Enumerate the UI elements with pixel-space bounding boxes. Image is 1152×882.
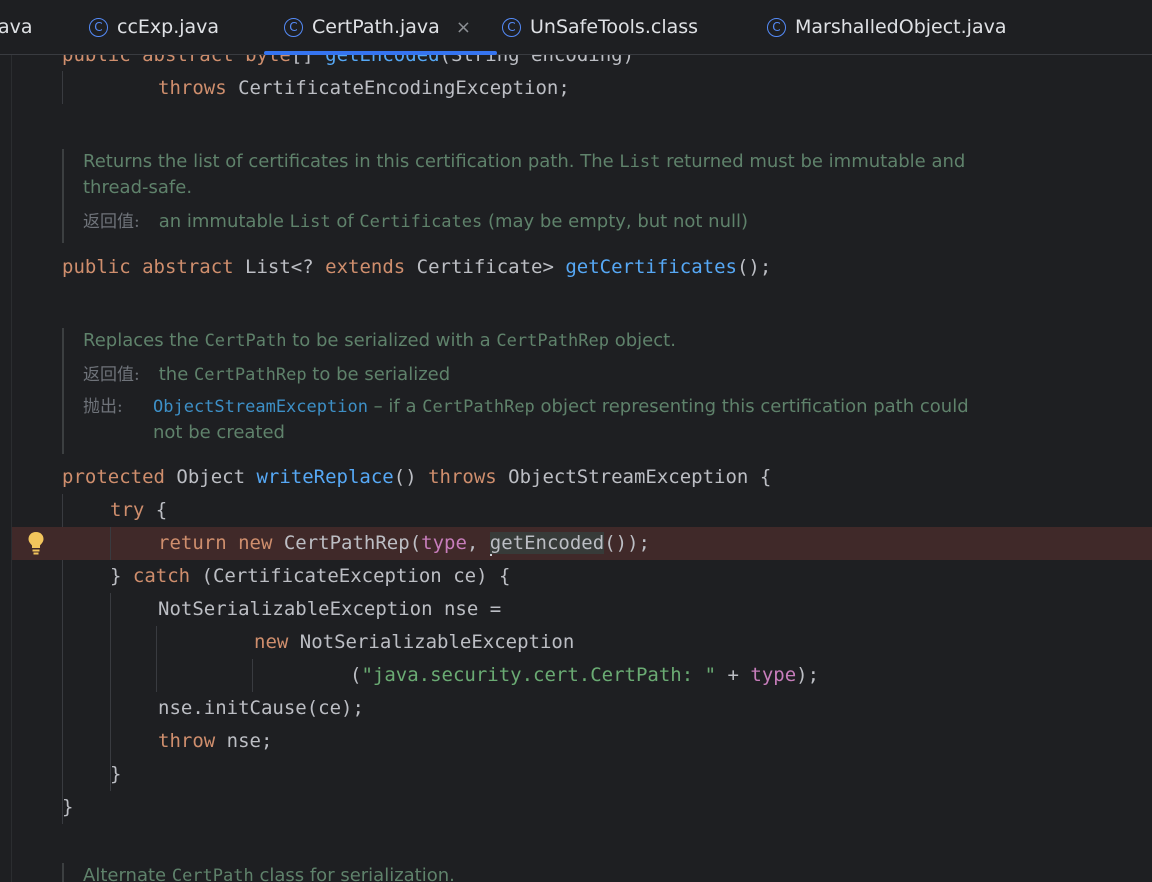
- indent-guide: [62, 71, 63, 104]
- code-line[interactable]: return new CertPathRep(type, getEncoded(…: [158, 527, 650, 560]
- code-line[interactable]: public abstract byte[] getEncoded(String…: [62, 55, 634, 72]
- class-icon: C: [502, 17, 521, 37]
- tab-unsafetools[interactable]: C UnSafeTools.class: [502, 0, 698, 54]
- code-line[interactable]: new NotSerializableException: [254, 626, 574, 659]
- gutter-divider: [11, 55, 12, 882]
- code-line[interactable]: protected Object writeReplace() throws O…: [62, 461, 771, 494]
- tab-label: CertPath.java: [312, 16, 440, 38]
- doc-comment: Replaces the CertPath to be serialized w…: [62, 328, 1013, 454]
- tab-label: MarshalledObject.java: [795, 16, 1007, 38]
- exception-link[interactable]: ObjectStreamException: [153, 397, 368, 417]
- tab-label: ava: [0, 16, 33, 38]
- tab-certpath[interactable]: C CertPath.java ×: [264, 0, 497, 55]
- tab-label: UnSafeTools.class: [530, 16, 699, 38]
- code-line[interactable]: throw nse;: [158, 725, 272, 758]
- code-line[interactable]: ("java.security.cert.CertPath: " + type)…: [350, 659, 819, 692]
- code-line[interactable]: nse.initCause(ce);: [158, 692, 364, 725]
- code-line[interactable]: }: [110, 758, 121, 791]
- doc-comment: Alternate CertPath class for serializati…: [62, 863, 1013, 882]
- indent-guide: [110, 527, 111, 560]
- class-icon: C: [284, 17, 303, 37]
- code-line[interactable]: public abstract List<? extends Certifica…: [62, 251, 771, 284]
- code-editor[interactable]: public abstract byte[] getEncoded(String…: [0, 55, 1152, 882]
- code-line[interactable]: }: [62, 791, 73, 824]
- code-line[interactable]: try {: [110, 494, 167, 527]
- tab-ccexp[interactable]: C ccExp.java: [89, 0, 219, 54]
- code-line[interactable]: throws CertificateEncodingException;: [158, 72, 570, 105]
- class-icon: C: [767, 17, 786, 37]
- code-line[interactable]: } catch (CertificateException ce) {: [110, 560, 510, 593]
- tab-marshalledobject[interactable]: C MarshalledObject.java: [767, 0, 1006, 54]
- close-icon[interactable]: ×: [456, 17, 471, 38]
- indent-guide: [156, 626, 157, 692]
- editor-tab-bar: ava C ccExp.java C CertPath.java × C UnS…: [0, 0, 1152, 55]
- tab-partial[interactable]: ava: [0, 0, 33, 54]
- tab-label: ccExp.java: [117, 16, 220, 38]
- class-icon: C: [89, 17, 108, 37]
- code-line[interactable]: NotSerializableException nse =: [158, 593, 501, 626]
- lightbulb-icon[interactable]: [27, 531, 45, 555]
- doc-comment: Returns the list of certificates in this…: [62, 149, 1013, 243]
- indent-guide: [252, 659, 253, 692]
